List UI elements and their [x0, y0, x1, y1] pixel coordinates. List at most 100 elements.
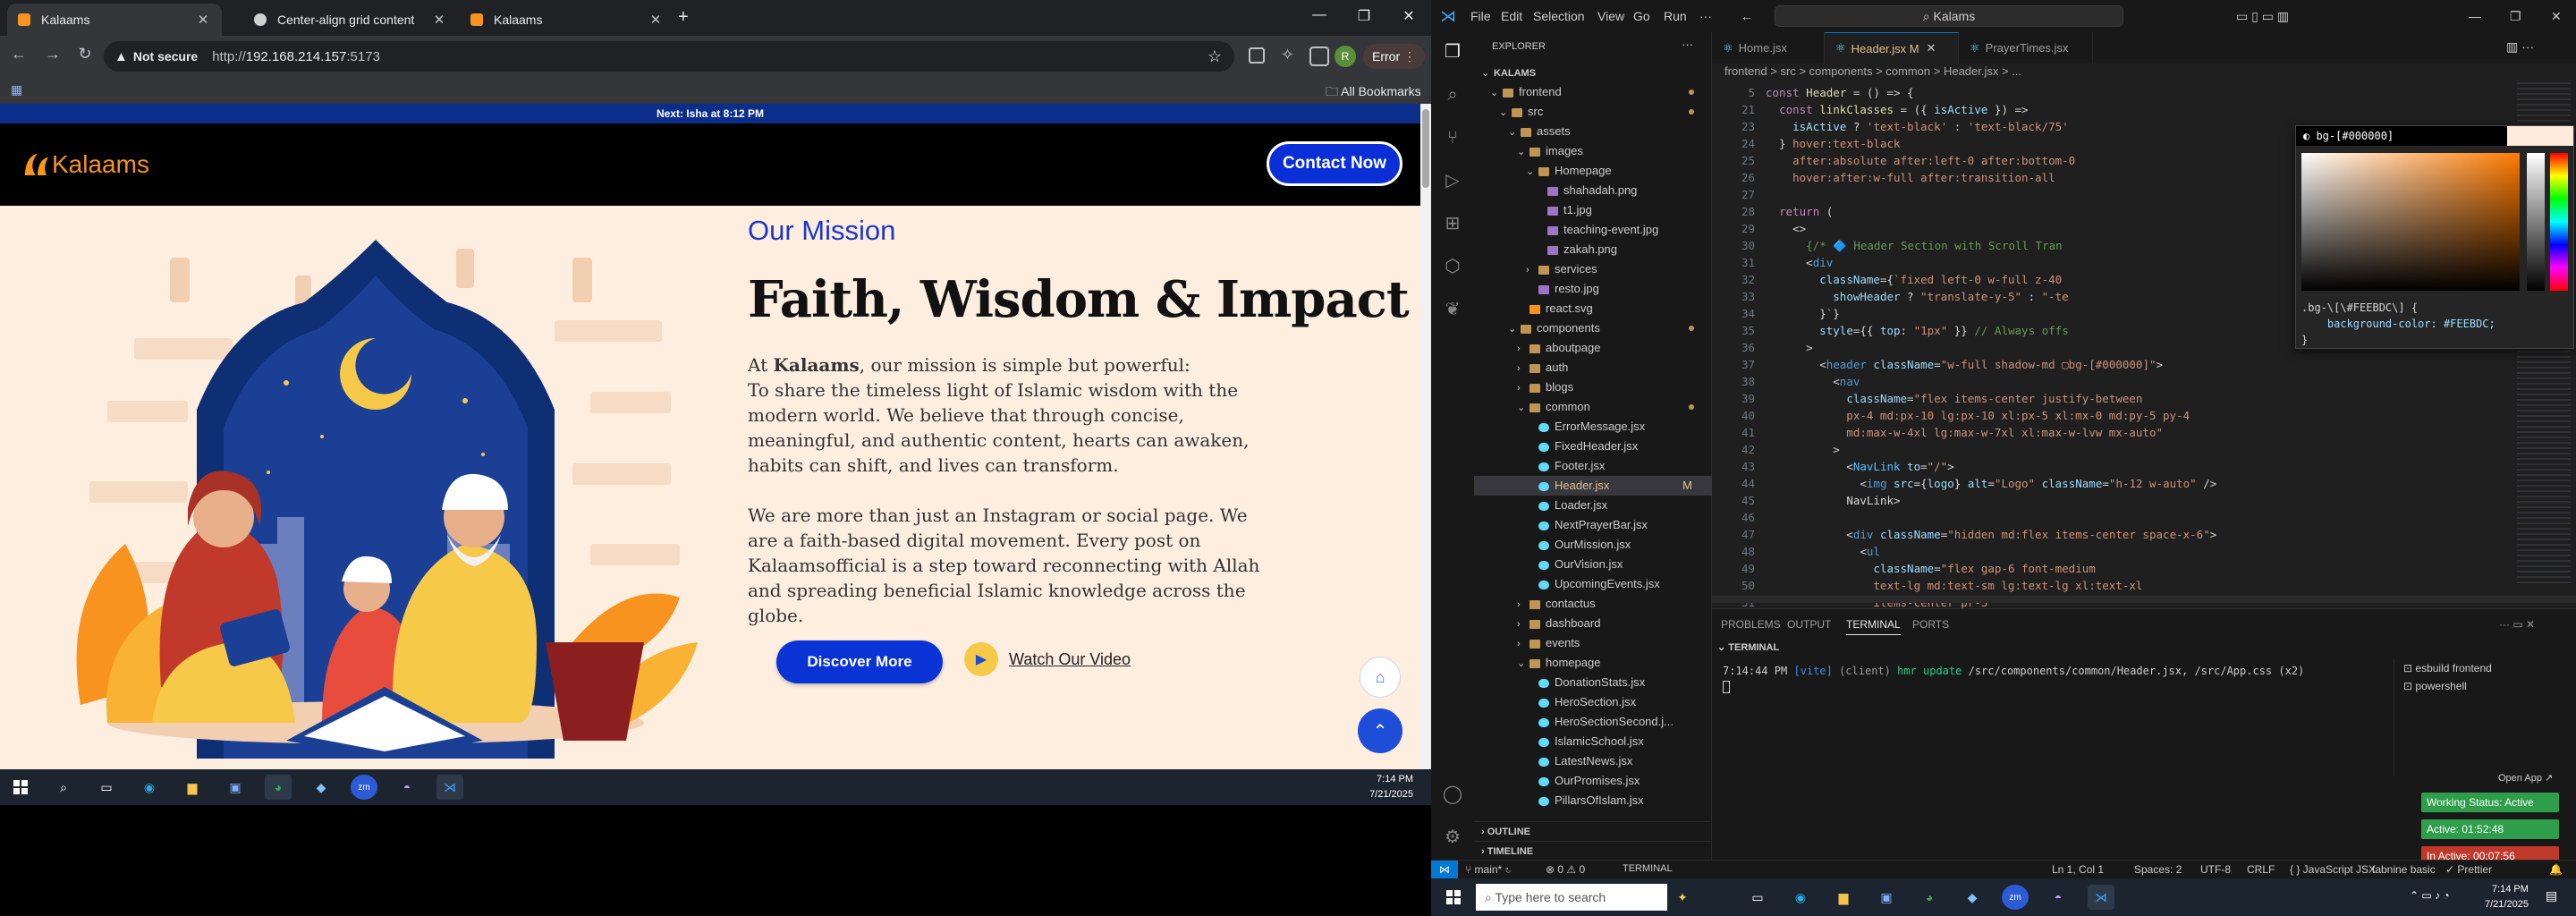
saturation-box[interactable]: [2301, 153, 2520, 291]
back-icon[interactable]: ←: [7, 45, 30, 64]
tree-item[interactable]: PillarsOfIslam.jsx: [1474, 791, 1712, 810]
tree-item[interactable]: HeroSectionSecond.j...: [1474, 712, 1712, 732]
app-icon[interactable]: ◆: [1959, 885, 1986, 910]
nav-back-icon[interactable]: ←: [1741, 9, 1753, 23]
outline-section[interactable]: › OUTLINE: [1474, 821, 1712, 841]
tree-item[interactable]: HeroSection.jsx: [1474, 692, 1712, 712]
language-mode[interactable]: { } JavaScript JSX: [2290, 863, 2376, 876]
tree-item[interactable]: OurMission.jsx: [1474, 535, 1712, 555]
close-tab-icon[interactable]: ✕: [195, 12, 211, 28]
tree-item[interactable]: › aboutpage: [1474, 338, 1712, 358]
tree-item[interactable]: Header.jsx M: [1474, 476, 1712, 496]
bookmark-star-icon[interactable]: ☆: [1208, 47, 1222, 66]
code-line[interactable]: {/* 🔷 Header Section with Scroll Tran: [1766, 239, 2063, 253]
terminal-session-esbuild[interactable]: ⊡ esbuild frontend: [2403, 659, 2576, 677]
chrome-icon[interactable]: ◕: [1916, 885, 1943, 910]
minimize-icon[interactable]: —: [2469, 9, 2481, 23]
tree-item[interactable]: teaching-event.jpg: [1474, 220, 1712, 240]
forward-icon[interactable]: →: [41, 45, 64, 64]
settings-gear-icon[interactable]: ⚙: [1442, 827, 1463, 848]
code-line[interactable]: text-lg md:text-sm lg:text-lg xl:text-xl: [1766, 579, 2142, 592]
tree-item[interactable]: ⌄ homepage: [1474, 653, 1712, 673]
code-line[interactable]: <div: [1766, 256, 1833, 269]
discover-more-button[interactable]: Discover More: [776, 640, 943, 683]
menu-view[interactable]: View: [1597, 9, 1624, 23]
code-line[interactable]: <ul: [1766, 545, 1880, 558]
layout-icons[interactable]: ▭ ▯ ▭ ▥: [2236, 9, 2289, 24]
new-tab-button[interactable]: +: [678, 7, 689, 28]
tree-item[interactable]: FixedHeader.jsx: [1474, 437, 1712, 456]
extension-icon[interactable]: [1249, 47, 1265, 64]
windows-start-icon[interactable]: [7, 775, 34, 800]
contact-now-button[interactable]: Contact Now: [1267, 141, 1402, 186]
git-branch[interactable]: ⑂ main* ↻: [1465, 863, 1512, 876]
address-bar[interactable]: ▲ Not secure http://192.168.214.157:5173…: [104, 41, 1234, 72]
code-line[interactable]: <nav: [1766, 375, 1860, 388]
maximize-icon[interactable]: ❐: [2510, 9, 2521, 24]
code-line[interactable]: }`}: [1766, 307, 1840, 320]
tree-item[interactable]: IslamicSchool.jsx: [1474, 732, 1712, 751]
code-line[interactable]: <header className="w-full shadow-md ▢bg-…: [1766, 358, 2163, 371]
code-line[interactable]: showHeader ? "translate-y-5" : "-te: [1766, 290, 2068, 303]
more-actions-icon[interactable]: ···: [1682, 38, 1693, 51]
tab-ports[interactable]: PORTS: [1912, 618, 1949, 631]
problems-count[interactable]: ⊗ 0 ⚠ 0: [1546, 863, 1585, 876]
apps-grid-icon[interactable]: ▦: [11, 82, 22, 98]
tree-item[interactable]: LatestNews.jsx: [1474, 751, 1712, 771]
close-tab-icon[interactable]: ✕: [648, 12, 664, 28]
tree-item[interactable]: ⌄ frontend: [1474, 82, 1712, 102]
menu-edit[interactable]: Edit: [1501, 9, 1522, 23]
search-icon[interactable]: ⌕: [1442, 84, 1463, 106]
site-logo[interactable]: Kalaams: [20, 148, 149, 181]
close-window-icon[interactable]: ✕: [1395, 7, 1422, 25]
code-line[interactable]: <>: [1766, 222, 1806, 235]
timeline-section[interactable]: › TIMELINE: [1474, 841, 1712, 861]
tab-header-jsx[interactable]: ⚛ Header.jsx M ✕: [1825, 32, 1959, 64]
scroll-top-button[interactable]: ⌃: [1358, 708, 1402, 753]
menu-selection[interactable]: Selection: [1533, 9, 1585, 23]
tab-terminal[interactable]: TERMINAL: [1846, 618, 1901, 635]
minimize-icon[interactable]: —: [1306, 7, 1333, 23]
file-explorer-icon[interactable]: ▆: [1830, 885, 1857, 910]
maximize-icon[interactable]: ❐: [1351, 7, 1377, 25]
tree-item[interactable]: › auth: [1474, 358, 1712, 377]
mongodb-leaf-icon[interactable]: ❦: [1442, 299, 1463, 320]
sidepanel-icon[interactable]: [1309, 47, 1329, 66]
code-line[interactable]: className={`fixed left-0 w-full z-40: [1766, 273, 2062, 286]
tree-item[interactable]: › events: [1474, 633, 1712, 653]
indentation[interactable]: Spaces: 2: [2134, 863, 2182, 876]
command-center[interactable]: ⌕ Kalams: [1775, 5, 2123, 27]
close-tab-icon[interactable]: ✕: [431, 12, 447, 28]
vscode-icon[interactable]: ⋊: [436, 775, 463, 800]
split-editor-icon[interactable]: ▥ ···: [2506, 39, 2534, 55]
notification-icon[interactable]: ▤: [2546, 888, 2557, 903]
tab-home-jsx[interactable]: ⚛ Home.jsx: [1712, 32, 1825, 64]
tree-item[interactable]: ⌄ assets: [1474, 122, 1712, 141]
tree-item[interactable]: › services: [1474, 259, 1712, 279]
code-line[interactable]: <img src={logo} alt="Logo" className="h-…: [1766, 477, 2216, 490]
browser-tab[interactable]: Kalaams ✕: [7, 4, 222, 36]
code-line[interactable]: } hover:text-black: [1766, 137, 1900, 150]
zoom-icon[interactable]: zm: [351, 775, 377, 800]
tab-prayertimes-jsx[interactable]: ⚛ PrayerTimes.jsx: [1959, 32, 2093, 64]
code-line[interactable]: NavLink>: [1766, 494, 1900, 507]
code-line[interactable]: >: [1766, 341, 1813, 354]
code-line[interactable]: md:max-w-4xl lg:max-w-7xl xl:max-w-lvw m…: [1766, 426, 2163, 439]
tree-item[interactable]: ⌄ src: [1474, 102, 1712, 122]
code-line[interactable]: <NavLink to="/">: [1766, 460, 1953, 473]
tree-item[interactable]: OurVision.jsx: [1474, 555, 1712, 574]
tree-item[interactable]: › blogs: [1474, 377, 1712, 397]
terminal-session-powershell[interactable]: ⊡ powershell: [2403, 677, 2576, 695]
tree-item[interactable]: zakah.png: [1474, 240, 1712, 259]
encoding[interactable]: UTF-8: [2200, 863, 2231, 876]
tree-item[interactable]: › contactus: [1474, 594, 1712, 614]
file-explorer-icon[interactable]: ▆: [179, 775, 206, 800]
mosque-icon[interactable]: ⌂: [1360, 657, 1401, 698]
tree-item[interactable]: shahadah.png: [1474, 181, 1712, 200]
run-debug-icon[interactable]: ▷: [1442, 170, 1463, 191]
tree-item[interactable]: ⌄ Homepage: [1474, 161, 1712, 181]
all-bookmarks[interactable]: 🗀 All Bookmarks: [1326, 82, 1421, 104]
puzzle-icon[interactable]: ✧: [1281, 46, 1294, 64]
task-view-icon[interactable]: ▭: [93, 775, 120, 800]
tree-item[interactable]: react.svg: [1474, 299, 1712, 318]
